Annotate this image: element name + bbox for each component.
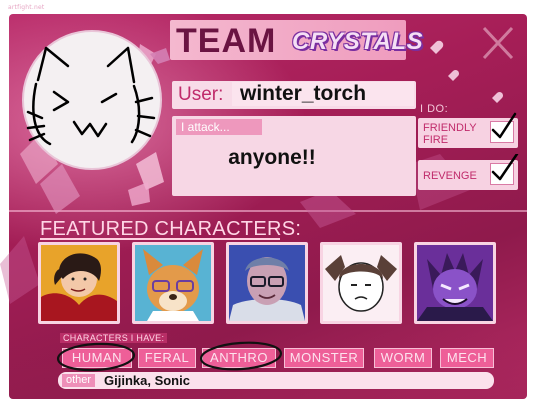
featured-character-2[interactable] — [132, 242, 214, 324]
character-portrait — [229, 245, 305, 321]
friendly-fire-label-1: FRIENDLY — [423, 122, 477, 134]
cat-doodle-icon — [26, 46, 156, 146]
attack-value[interactable]: anyone!! — [172, 146, 372, 170]
user-label: User: — [178, 84, 224, 105]
revenge-option[interactable]: REVENGE — [418, 154, 519, 190]
tag-mech[interactable]: MECH — [440, 348, 494, 368]
check-icon — [491, 154, 519, 181]
revenge-label: REVENGE — [423, 170, 477, 182]
featured-underline — [40, 238, 280, 240]
featured-character-4[interactable] — [320, 242, 402, 324]
check-icon — [491, 112, 517, 139]
revenge-checkbox[interactable] — [490, 154, 519, 185]
i-do-label: I DO: — [420, 103, 449, 115]
tag-monster[interactable]: MONSTER — [284, 348, 364, 368]
friendly-fire-checkbox[interactable] — [490, 112, 517, 143]
featured-character-1[interactable] — [38, 242, 120, 324]
tag-worm[interactable]: WORM — [374, 348, 432, 368]
attack-label: I attack... — [176, 119, 262, 135]
team-name: CRYSTALS — [292, 28, 424, 55]
friendly-fire-option[interactable]: FRIENDLY FIRE — [418, 112, 518, 148]
featured-character-3[interactable] — [226, 242, 308, 324]
watermark: artfight.net — [8, 4, 45, 11]
team-word: TEAM — [176, 22, 277, 60]
character-portrait — [323, 245, 399, 321]
character-portrait — [135, 245, 211, 321]
character-portrait — [417, 245, 493, 321]
friendly-fire-label-2: FIRE — [423, 134, 449, 146]
other-label: other — [62, 374, 96, 387]
featured-character-5[interactable] — [414, 242, 496, 324]
other-value[interactable]: Gijinka, Sonic — [104, 372, 190, 389]
user-avatar[interactable] — [22, 30, 162, 170]
username-field[interactable]: winter_torch — [232, 82, 414, 106]
character-portrait — [41, 245, 117, 321]
